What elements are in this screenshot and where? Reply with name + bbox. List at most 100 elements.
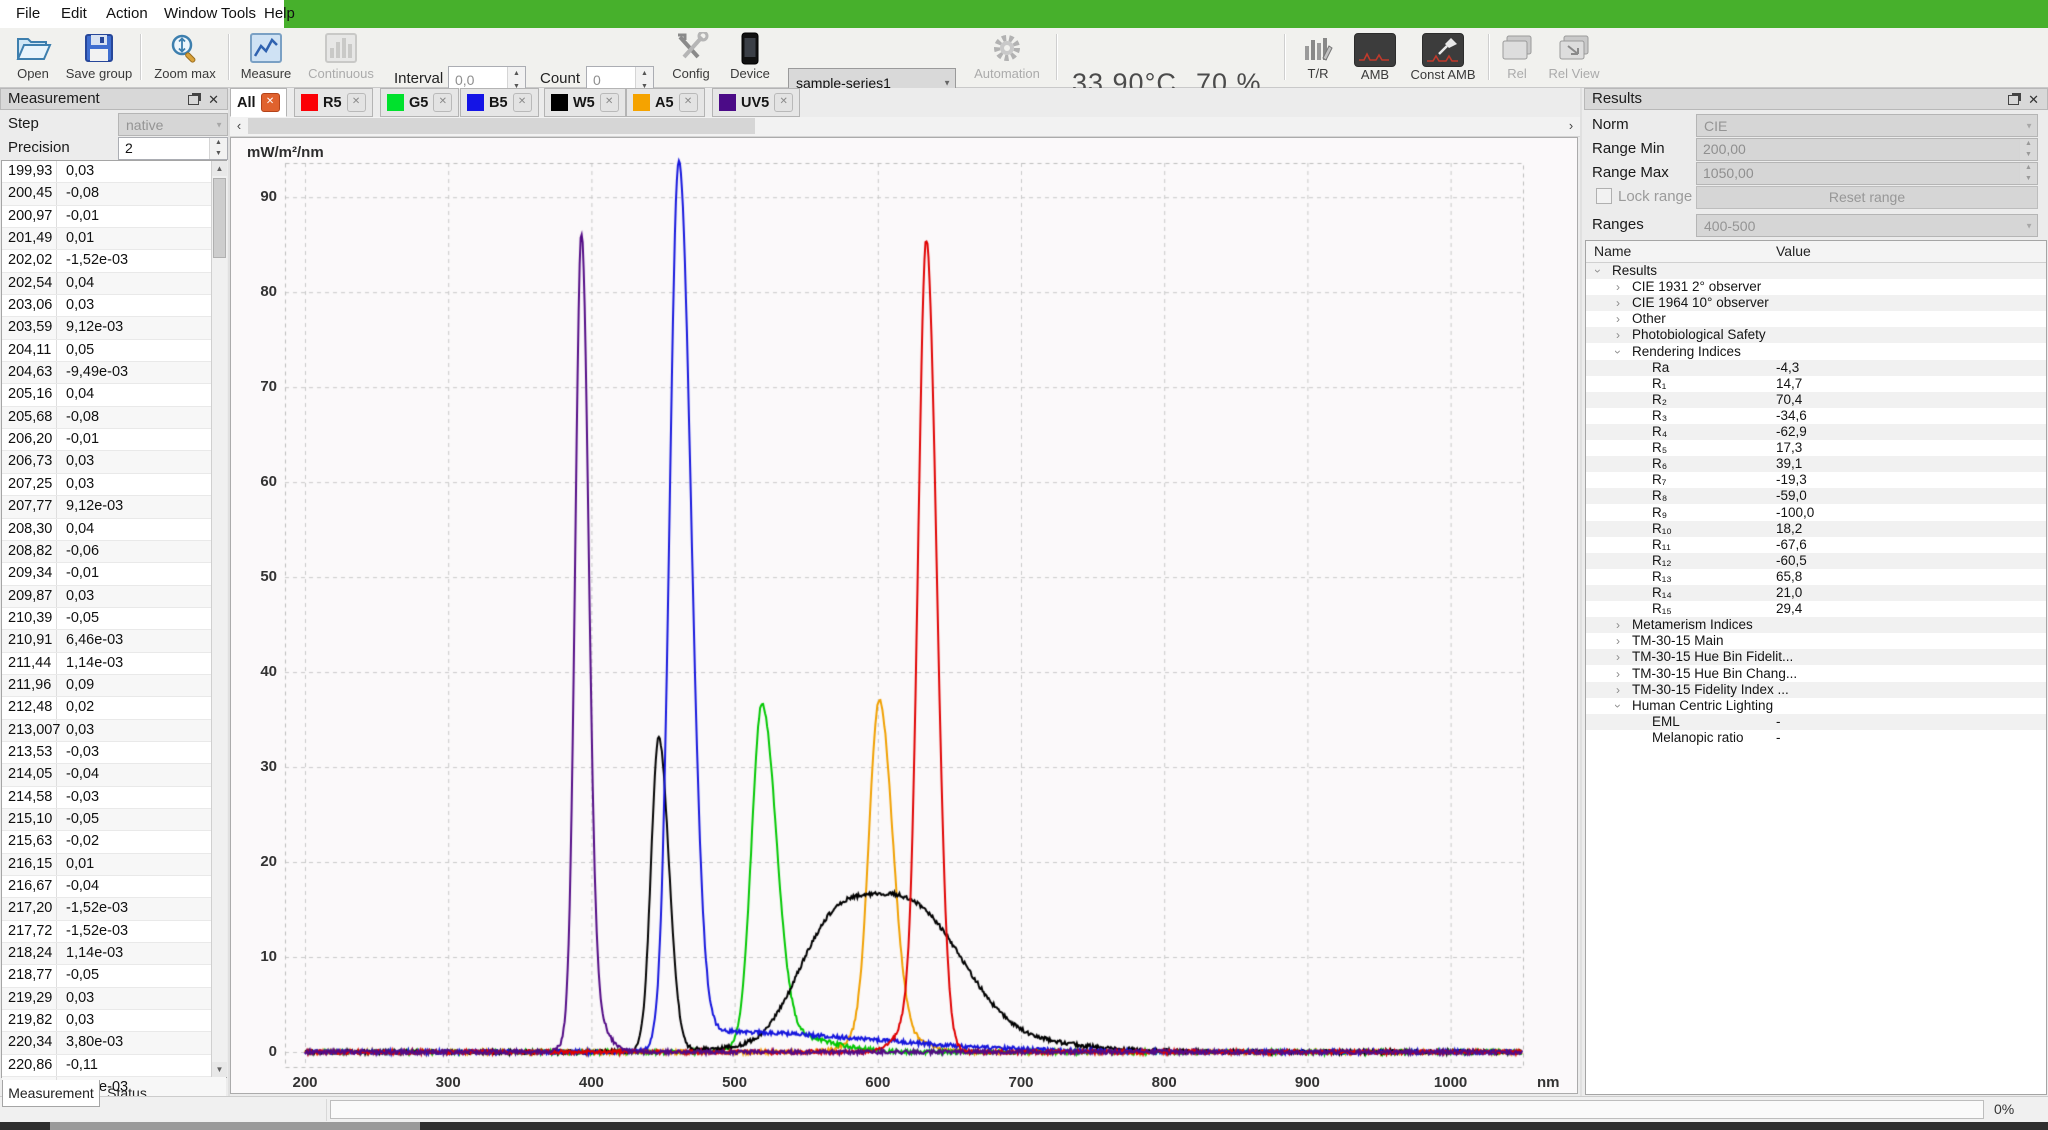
table-row[interactable]: 206,20-0,01 [2, 429, 226, 451]
tree-row[interactable]: ›Human Centric Lighting [1586, 698, 2046, 714]
chart-tab-w5[interactable]: W5✕ [544, 88, 626, 117]
expand-icon[interactable]: › [1616, 311, 1620, 327]
table-row[interactable]: 204,63-9,49e-03 [2, 362, 226, 384]
tree-row[interactable]: R₁₁-67,6 [1586, 537, 2046, 553]
tree-row[interactable]: ›Results [1586, 263, 2046, 279]
close-icon[interactable]: ✕ [433, 93, 452, 112]
table-row[interactable]: 210,39-0,05 [2, 608, 226, 630]
close-icon[interactable]: ✕ [261, 93, 280, 112]
table-row[interactable]: 217,72-1,52e-03 [2, 921, 226, 943]
tree-row[interactable]: ›TM-30-15 Fidelity Index ... [1586, 682, 2046, 698]
spin-up-icon[interactable]: ▲ [210, 138, 227, 149]
close-icon[interactable]: ✕ [347, 93, 366, 112]
tr-mode-button[interactable]: T/R [1292, 30, 1344, 85]
tab-measurement[interactable]: Measurement [2, 1080, 100, 1107]
collapse-icon[interactable]: › [1590, 269, 1606, 273]
chart-tab-all[interactable]: All✕ [230, 88, 287, 117]
chart-tab-a5[interactable]: A5✕ [626, 88, 705, 117]
table-row[interactable]: 213,53-0,03 [2, 742, 226, 764]
collapse-icon[interactable]: › [1610, 704, 1626, 708]
float-panel-icon[interactable] [188, 95, 199, 105]
table-row[interactable]: 199,930,03 [2, 161, 226, 183]
tree-row[interactable]: R₁₅29,4 [1586, 601, 2046, 617]
chart-tab-scrollbar[interactable]: ‹ › [230, 117, 1580, 137]
tree-row[interactable]: ›Other [1586, 311, 2046, 327]
spin-up-icon[interactable]: ▲ [508, 67, 525, 80]
table-row[interactable]: 206,730,03 [2, 451, 226, 473]
close-icon[interactable]: ✕ [600, 93, 619, 112]
tree-row[interactable]: R₁₂-60,5 [1586, 553, 2046, 569]
tree-row[interactable]: EML- [1586, 714, 2046, 730]
table-row[interactable]: 207,779,12e-03 [2, 496, 226, 518]
tree-row[interactable]: ›TM-30-15 Hue Bin Chang... [1586, 666, 2046, 682]
tree-row[interactable]: ›CIE 1931 2° observer [1586, 279, 2046, 295]
tree-row[interactable]: Melanopic ratio- [1586, 730, 2046, 746]
table-row[interactable]: 214,58-0,03 [2, 787, 226, 809]
chart-tab-g5[interactable]: G5✕ [380, 88, 459, 117]
tree-row[interactable]: R₈-59,0 [1586, 488, 2046, 504]
tree-row[interactable]: ›Photobiological Safety [1586, 327, 2046, 343]
tree-row[interactable]: ›TM-30-15 Hue Bin Fidelit... [1586, 649, 2046, 665]
spectrum-plot-canvas[interactable] [231, 138, 1577, 1093]
menu-window[interactable]: Window [158, 0, 223, 28]
results-tree[interactable]: Name Value ›Results›CIE 1931 2° observer… [1585, 240, 2047, 1095]
expand-icon[interactable]: › [1616, 327, 1620, 343]
table-row[interactable]: 208,82-0,06 [2, 541, 226, 563]
table-row[interactable]: 215,10-0,05 [2, 809, 226, 831]
table-row[interactable]: 214,05-0,04 [2, 764, 226, 786]
table-row[interactable]: 220,86-0,11 [2, 1055, 226, 1077]
close-icon[interactable]: ✕ [679, 93, 698, 112]
scrollbar-thumb[interactable] [248, 118, 755, 134]
table-row[interactable]: 216,150,01 [2, 854, 226, 876]
close-icon[interactable]: ✕ [2028, 90, 2039, 110]
scroll-up-icon[interactable]: ▲ [212, 161, 227, 176]
table-row[interactable]: 218,77-0,05 [2, 965, 226, 987]
table-row[interactable]: 215,63-0,02 [2, 831, 226, 853]
table-row[interactable]: 203,060,03 [2, 295, 226, 317]
measure-button[interactable]: Measure [234, 30, 298, 85]
zoom-max-button[interactable]: Zoom max [146, 30, 224, 85]
device-button[interactable]: Device [724, 30, 776, 85]
tree-row[interactable]: R₂70,4 [1586, 392, 2046, 408]
scroll-right-icon[interactable]: › [1562, 117, 1580, 135]
expand-icon[interactable]: › [1616, 649, 1620, 665]
table-row[interactable]: 209,34-0,01 [2, 563, 226, 585]
expand-icon[interactable]: › [1616, 633, 1620, 649]
tree-row[interactable]: R₁₃65,8 [1586, 569, 2046, 585]
tree-row[interactable]: ›TM-30-15 Main [1586, 633, 2046, 649]
name-column-header[interactable]: Name [1594, 241, 1631, 262]
measurement-table[interactable]: 199,930,03200,45-0,08200,97-0,01201,490,… [1, 160, 227, 1078]
tree-row[interactable]: R₉-100,0 [1586, 505, 2046, 521]
table-row[interactable]: 207,250,03 [2, 474, 226, 496]
scrollbar-thumb[interactable] [213, 178, 226, 258]
open-button[interactable]: Open [4, 30, 62, 85]
tree-row[interactable]: R₅17,3 [1586, 440, 2046, 456]
table-row[interactable]: 203,599,12e-03 [2, 317, 226, 339]
tree-row[interactable]: ›Rendering Indices [1586, 344, 2046, 360]
measurement-table-scrollbar[interactable]: ▲ ▼ [211, 161, 227, 1077]
collapse-icon[interactable]: › [1610, 350, 1626, 354]
dock-splitter[interactable] [1580, 88, 1582, 1096]
table-row[interactable]: 211,441,14e-03 [2, 653, 226, 675]
menu-action[interactable]: Action [100, 0, 154, 28]
table-row[interactable]: 202,540,04 [2, 273, 226, 295]
tree-row[interactable]: R₇-19,3 [1586, 472, 2046, 488]
table-row[interactable]: 204,110,05 [2, 340, 226, 362]
table-row[interactable]: 220,343,80e-03 [2, 1032, 226, 1054]
close-icon[interactable]: ✕ [513, 93, 532, 112]
table-row[interactable]: 217,20-1,52e-03 [2, 898, 226, 920]
tree-row[interactable]: R₁₀18,2 [1586, 521, 2046, 537]
table-row[interactable]: 219,290,03 [2, 988, 226, 1010]
save-group-button[interactable]: Save group [62, 30, 136, 85]
expand-icon[interactable]: › [1616, 617, 1620, 633]
config-button[interactable]: Config [662, 30, 720, 85]
tree-row[interactable]: Ra-4,3 [1586, 360, 2046, 376]
scroll-down-icon[interactable]: ▼ [212, 1062, 227, 1077]
value-column-header[interactable]: Value [1776, 241, 1811, 262]
spin-down-icon[interactable]: ▼ [210, 149, 227, 160]
table-row[interactable]: 210,916,46e-03 [2, 630, 226, 652]
tree-row[interactable]: R₄-62,9 [1586, 424, 2046, 440]
table-row[interactable]: 205,68-0,08 [2, 407, 226, 429]
close-icon[interactable]: ✕ [208, 90, 219, 110]
menu-edit[interactable]: Edit [55, 0, 93, 28]
